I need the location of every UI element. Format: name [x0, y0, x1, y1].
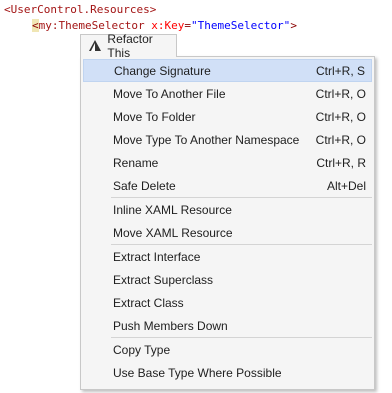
refactor-menu-header: Refactor This	[80, 32, 177, 60]
menu-item-move-xaml-resource[interactable]: Move XAML Resource	[83, 221, 372, 244]
menu-item-label: Move XAML Resource	[113, 225, 233, 240]
code-attr-value: "ThemeSelector"	[190, 19, 291, 32]
code-equals: =	[184, 19, 191, 32]
menu-item-label: Rename	[113, 155, 159, 170]
menu-item-change-signature[interactable]: Change Signature Ctrl+R, S	[83, 59, 372, 82]
code-open-bracket: <	[32, 19, 39, 32]
code-line-theme-selector: <my:ThemeSelector x:Key="ThemeSelector">	[32, 19, 297, 33]
menu-item-move-type-to-another-namespace[interactable]: Move Type To Another Namespace Ctrl+R, O	[83, 128, 372, 151]
menu-item-label: Move To Another File	[113, 86, 226, 101]
code-line-usercontrol-resources: <UserControl.Resources>	[4, 3, 156, 17]
refactor-context-menu: Change Signature Ctrl+R, S Move To Another…	[80, 56, 375, 390]
menu-item-use-base-type-where-possible[interactable]: Use Base Type Where Possible	[83, 361, 372, 384]
menu-item-push-members-down[interactable]: Push Members Down	[83, 314, 372, 337]
code-text: <UserControl.Resources>	[4, 3, 157, 16]
menu-item-label: Extract Superclass	[113, 272, 214, 287]
menu-item-safe-delete[interactable]: Safe Delete Alt+Del	[83, 174, 372, 197]
menu-item-copy-type[interactable]: Copy Type	[83, 338, 372, 361]
menu-item-label: Extract Class	[113, 295, 184, 310]
refactor-icon	[87, 38, 102, 54]
menu-item-label: Use Base Type Where Possible	[113, 365, 282, 380]
menu-item-shortcut: Ctrl+R, O	[315, 86, 366, 101]
code-close-bracket: >	[290, 19, 297, 32]
menu-item-label: Safe Delete	[113, 178, 176, 193]
menu-item-move-to-another-file[interactable]: Move To Another File Ctrl+R, O	[83, 82, 372, 105]
menu-item-shortcut: Ctrl+R, O	[315, 132, 366, 147]
menu-item-rename[interactable]: Rename Ctrl+R, R	[83, 151, 372, 174]
menu-item-shortcut: Ctrl+R, S	[315, 63, 365, 78]
menu-item-label: Change Signature	[114, 63, 211, 78]
menu-item-extract-class[interactable]: Extract Class	[83, 291, 372, 314]
menu-item-shortcut: Ctrl+R, R	[316, 155, 366, 170]
menu-item-label: Move To Folder	[113, 109, 196, 124]
menu-item-label: Push Members Down	[113, 318, 228, 333]
menu-item-inline-xaml-resource[interactable]: Inline XAML Resource	[83, 198, 372, 221]
menu-item-shortcut: Alt+Del	[326, 178, 366, 193]
menu-item-label: Inline XAML Resource	[113, 202, 232, 217]
menu-item-label: Move Type To Another Namespace	[113, 132, 300, 147]
code-tag-name: my:ThemeSelector	[38, 19, 145, 32]
menu-item-shortcut: Ctrl+R, O	[315, 109, 366, 124]
menu-item-extract-superclass[interactable]: Extract Superclass	[83, 268, 372, 291]
code-attr-name: x:Key	[144, 19, 185, 32]
menu-item-move-to-folder[interactable]: Move To Folder Ctrl+R, O	[83, 105, 372, 128]
menu-item-label: Extract Interface	[113, 249, 201, 264]
menu-item-extract-interface[interactable]: Extract Interface	[83, 245, 372, 268]
menu-item-label: Copy Type	[113, 342, 171, 357]
refactor-menu-title: Refactor This	[107, 32, 153, 60]
